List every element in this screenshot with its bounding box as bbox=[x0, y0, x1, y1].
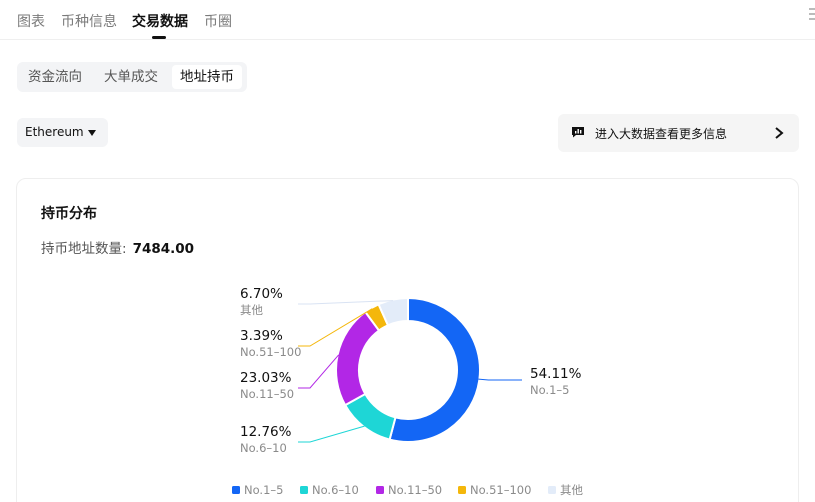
slice-percent-label: 12.76% bbox=[240, 424, 292, 440]
leader-line bbox=[298, 425, 365, 443]
legend-swatch bbox=[232, 486, 240, 494]
slice-name-label: No.6–10 bbox=[240, 441, 287, 455]
slice-name-label: No.1–5 bbox=[530, 383, 569, 397]
legend-label[interactable]: No.6–10 bbox=[312, 483, 359, 497]
slice-percent-label: 6.70% bbox=[240, 286, 283, 302]
leader-line bbox=[478, 378, 522, 381]
slice-percent-label: 3.39% bbox=[240, 328, 283, 344]
legend-label[interactable]: No.11–50 bbox=[388, 483, 442, 497]
slice-percent-label: 23.03% bbox=[240, 370, 292, 386]
legend-swatch bbox=[548, 486, 556, 494]
legend-swatch bbox=[458, 486, 466, 494]
legend-label[interactable]: 其他 bbox=[560, 483, 583, 497]
slice-name-label: No.11–50 bbox=[240, 387, 294, 401]
leader-line bbox=[298, 354, 339, 389]
legend-swatch bbox=[376, 486, 384, 494]
legend-swatch bbox=[300, 486, 308, 494]
holdings-donut-chart: 54.11%No.1–512.76%No.6–1023.03%No.11–503… bbox=[232, 286, 583, 497]
legend-label[interactable]: No.1–5 bbox=[244, 483, 283, 497]
legend-label[interactable]: No.51–100 bbox=[470, 483, 531, 497]
slice-name-label: No.51–100 bbox=[240, 345, 301, 359]
slice-percent-label: 54.11% bbox=[530, 366, 582, 382]
slice-name-label: 其他 bbox=[240, 303, 263, 317]
